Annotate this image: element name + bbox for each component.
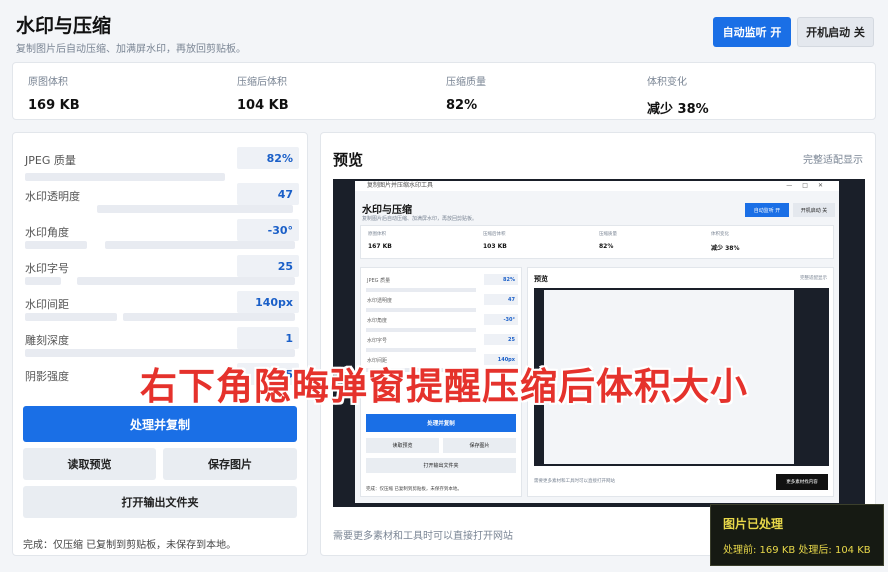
mini-open-button: 打开输出文件夹 [366,458,516,473]
mini-more-button: 更多素材找内容 [776,474,828,490]
page-title: 水印与压缩 [16,15,112,37]
stat-value: 减少 38% [647,102,709,117]
slider-track[interactable] [77,277,295,285]
stats-bar: 原图体积 169 KB 压缩后体积 104 KB 压缩质量 82% 体积变化 减… [12,62,876,120]
setting-value[interactable]: 1 [237,327,299,349]
fit-display-toggle[interactable]: 完整适配显示 [803,151,863,166]
auto-monitor-toggle[interactable]: 自动监听 开 [713,17,791,47]
mini-stat-value: 82% [599,243,614,250]
mini-window-controls-icon: —□✕ [786,182,833,189]
page-subtitle: 复制图片后自动压缩、加满屏水印，再放回剪贴板。 [16,44,246,55]
mini-stat-label: 原图体积 [368,232,386,237]
preview-panel: 预览 完整适配显示 复制图片并压缩水印工具 —□✕ 水印与压缩 复制图片后自动压… [320,132,876,556]
setting-value[interactable]: 47 [237,183,299,205]
mini-preview-title: 预览 [534,275,548,283]
setting-value[interactable]: 25 [237,255,299,277]
mini-setting-label: 水印透明度 [367,298,393,304]
setting-jpeg-quality[interactable]: JPEG 质量 82% [23,145,299,175]
preview-screenshot: 复制图片并压缩水印工具 —□✕ 水印与压缩 复制图片后自动压缩、加满屏水印，再放… [355,181,839,503]
mini-slider [366,288,476,292]
mini-slider [366,308,476,312]
mini-stat-label: 压缩后体积 [483,232,506,237]
mini-stat-value: 167 KB [368,243,392,250]
preview-title: 预览 [333,151,364,169]
mini-auto-button: 自动监听 开 [745,203,789,217]
mini-stats: 原图体积 167 KB 压缩后体积 103 KB 压缩质量 82% 体积变化 减… [360,225,834,259]
stat-quality: 压缩质量 82% [446,73,486,113]
slider-track[interactable] [123,313,295,321]
slider-track[interactable] [25,173,225,181]
mini-setting-value: 82% [484,274,518,285]
preview-footer: 需要更多素材和工具时可以直接打开网站 [333,531,513,542]
preview-image: 复制图片并压缩水印工具 —□✕ 水印与压缩 复制图片后自动压缩、加满屏水印，再放… [333,179,865,507]
stat-compressed-size: 压缩后体积 104 KB [237,73,289,113]
mini-stat: 压缩后体积 103 KB [483,231,507,250]
app-header: 水印与压缩 复制图片后自动压缩、加满屏水印，再放回剪贴板。 自动监听 开 开机启… [0,0,888,60]
mini-stat-value: 103 KB [483,243,507,250]
stat-label: 体积变化 [647,77,687,88]
stat-value: 104 KB [237,98,289,113]
read-preview-button[interactable]: 读取预览 [23,448,156,480]
mini-setting-label: 水印字号 [367,338,388,344]
mini-setting-value: 25 [484,334,518,345]
save-image-button[interactable]: 保存图片 [163,448,297,480]
toast-body: 处理前: 169 KB 处理后: 104 KB [723,545,871,556]
mini-window-titlebar: 复制图片并压缩水印工具 [355,181,839,191]
stat-label: 压缩质量 [446,77,486,88]
mini-stat: 原图体积 167 KB [368,231,392,250]
stat-size-change: 体积变化 减少 38% [647,73,709,117]
mini-stat: 压缩质量 82% [599,231,617,250]
mini-status: 完成：仅压缩 已复制到剪贴板，未保存到本地。 [366,487,462,492]
mini-save-button: 保存图片 [443,438,516,453]
stat-value: 169 KB [28,98,80,113]
status-text: 完成：仅压缩 已复制到剪贴板，未保存到本地。 [23,540,237,551]
process-copy-button[interactable]: 处理并复制 [23,406,297,442]
setting-label: 雕刻深度 [25,334,69,347]
setting-label: 水印间距 [25,298,69,311]
mini-read-button: 读取预览 [366,438,439,453]
mini-setting-value: -30° [484,314,518,325]
slider-track[interactable] [25,277,61,285]
open-output-folder-button[interactable]: 打开输出文件夹 [23,486,297,518]
setting-label: 水印角度 [25,226,69,239]
slider-track[interactable] [105,241,295,249]
slider-track[interactable] [25,313,117,321]
stat-label: 压缩后体积 [237,77,287,88]
setting-value[interactable]: -30° [237,219,299,241]
stat-value: 82% [446,98,478,113]
stat-label: 原图体积 [28,77,68,88]
setting-label: 水印透明度 [25,190,80,203]
mini-setting-label: JPEG 质量 [367,278,391,284]
boot-start-toggle[interactable]: 开机启动 关 [797,17,874,47]
mini-title: 水印与压缩 [362,205,412,216]
setting-label: 水印字号 [25,262,69,275]
mini-stat-value: 减少 38% [711,245,740,252]
mini-stat-label: 体积变化 [711,232,729,237]
mini-process-button: 处理并复制 [366,414,516,432]
setting-label: JPEG 质量 [25,154,76,167]
toast-title: 图片已处理 [723,517,784,531]
mini-boot-button: 开机启动 关 [793,203,835,217]
mini-slider [366,348,476,352]
mini-stat: 体积变化 减少 38% [711,231,739,252]
setting-value[interactable]: 140px [237,291,299,313]
mini-footer: 需要更多素材和工具时可以直接打开网站 [534,479,615,484]
settings-panel: JPEG 质量 82% 水印透明度 47 水印角度 -30° 水印字号 25 水… [12,132,308,556]
mini-setting-value: 47 [484,294,518,305]
slider-track[interactable] [25,241,87,249]
mini-setting-label: 水印角度 [367,318,388,324]
mini-stat-label: 压缩质量 [599,232,617,237]
slider-track[interactable] [97,205,293,213]
setting-value[interactable]: 82% [237,147,299,169]
notification-toast[interactable]: 图片已处理 处理前: 169 KB 处理后: 104 KB [710,504,884,566]
stat-original-size: 原图体积 169 KB [28,73,80,113]
mini-slider [366,328,476,332]
mini-subtitle: 复制图片后自动压缩、加满屏水印，再放回剪贴板。 [362,216,478,222]
overlay-caption: 右下角隐晦弹窗提醒压缩后体积大小 [140,365,748,408]
mini-fit-label: 完整适配显示 [800,276,827,281]
